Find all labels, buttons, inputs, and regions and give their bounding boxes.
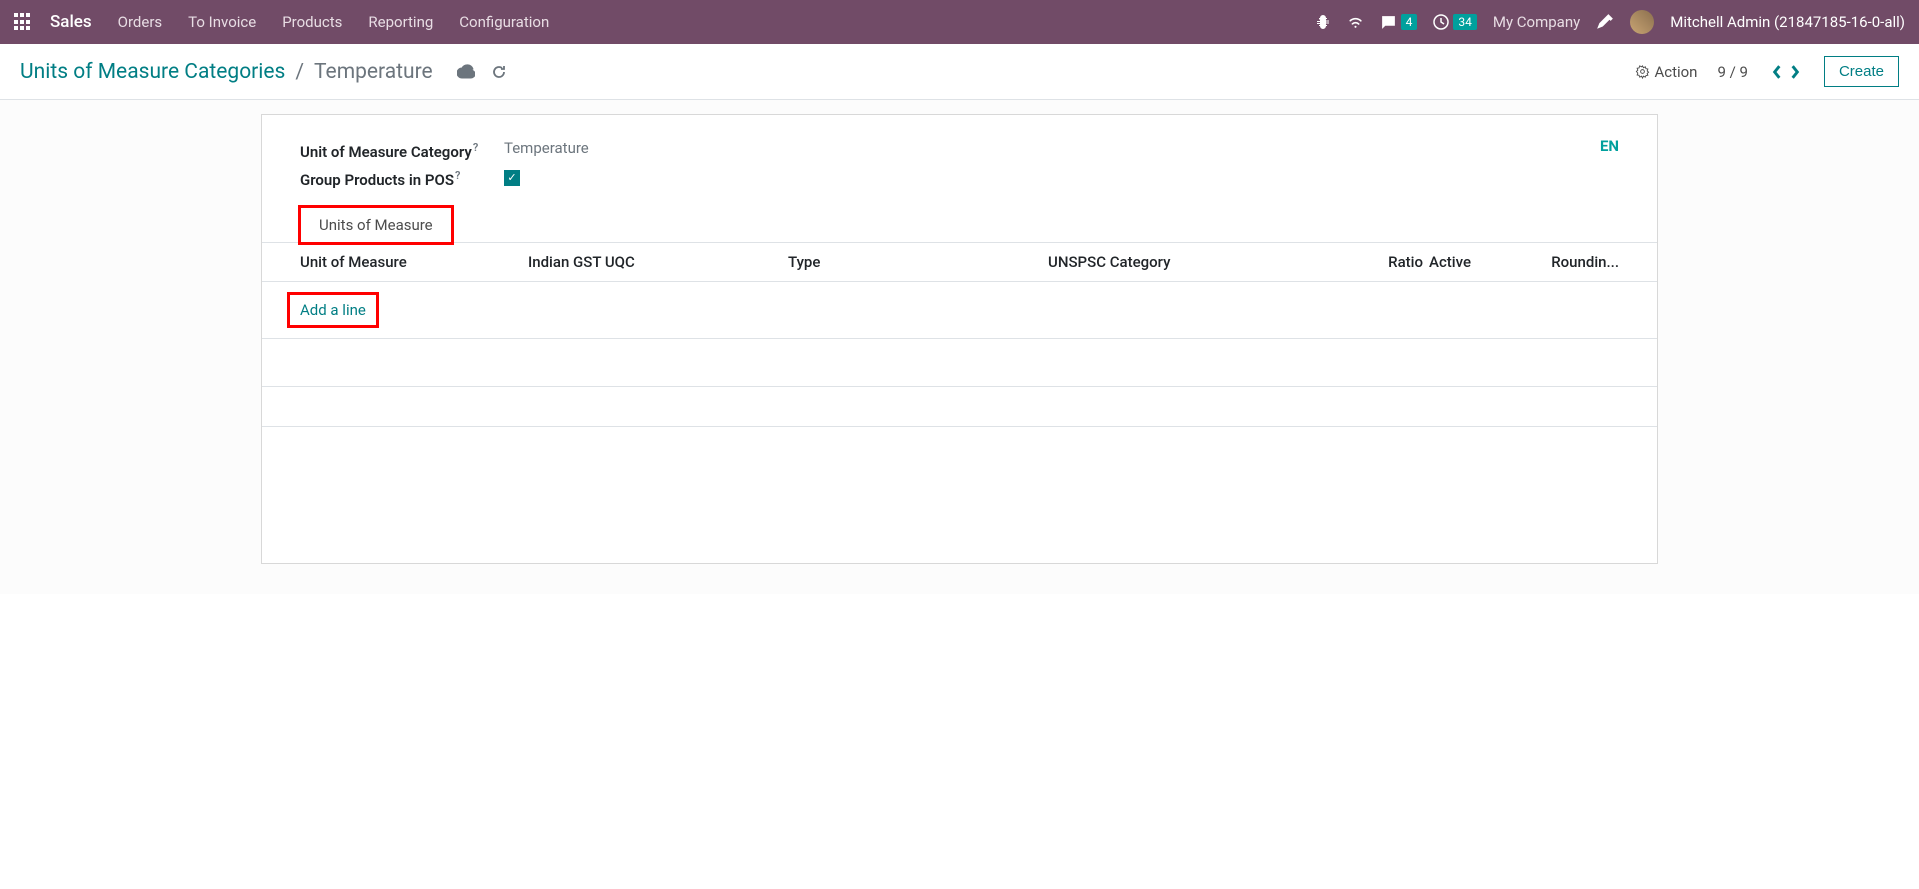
col-ratio[interactable]: Ratio xyxy=(1373,253,1423,271)
empty-row xyxy=(262,339,1657,387)
nav-reporting[interactable]: Reporting xyxy=(368,13,433,31)
field-group-pos-label: Group Products in POS? xyxy=(300,167,504,189)
bug-icon[interactable] xyxy=(1315,14,1331,30)
breadcrumb-parent[interactable]: Units of Measure Categories xyxy=(20,60,285,84)
nav-orders[interactable]: Orders xyxy=(118,13,163,31)
add-line-row: Add a line xyxy=(262,282,1657,339)
tools-icon[interactable] xyxy=(1596,13,1614,31)
pager-next[interactable] xyxy=(1786,65,1804,79)
field-category-value[interactable]: Temperature xyxy=(504,139,589,161)
user-avatar[interactable] xyxy=(1630,10,1654,34)
nav-configuration[interactable]: Configuration xyxy=(459,13,549,31)
tab-units-of-measure[interactable]: Units of Measure xyxy=(300,207,452,243)
action-dropdown[interactable]: Action xyxy=(1635,63,1697,81)
pager-count[interactable]: 9 / 9 xyxy=(1717,63,1748,81)
form-sheet: EN Unit of Measure Category? Temperature… xyxy=(261,114,1658,564)
tab-content: Unit of Measure Indian GST UQC Type UNSP… xyxy=(262,242,1657,491)
user-menu[interactable]: Mitchell Admin (21847185-16-0-all) xyxy=(1670,13,1905,31)
chat-badge: 4 xyxy=(1401,14,1418,30)
group-pos-checkbox[interactable]: ✓ xyxy=(504,170,520,186)
pager-prev[interactable] xyxy=(1768,65,1786,79)
language-button[interactable]: EN xyxy=(1600,137,1619,155)
app-brand[interactable]: Sales xyxy=(50,12,92,32)
field-category-label: Unit of Measure Category? xyxy=(300,139,504,161)
empty-space xyxy=(262,427,1657,491)
wifi-icon[interactable] xyxy=(1347,14,1364,31)
chat-icon[interactable]: 4 xyxy=(1380,14,1418,31)
cloud-save-icon[interactable] xyxy=(457,64,475,80)
empty-row xyxy=(262,387,1657,427)
col-type[interactable]: Type xyxy=(788,253,1048,271)
form-fields: EN Unit of Measure Category? Temperature… xyxy=(262,115,1657,189)
col-unspsc-category[interactable]: UNSPSC Category xyxy=(1048,253,1373,271)
top-navbar: Sales Orders To Invoice Products Reporti… xyxy=(0,0,1919,44)
control-panel: Units of Measure Categories / Temperatur… xyxy=(0,44,1919,100)
nav-to-invoice[interactable]: To Invoice xyxy=(188,13,256,31)
clock-badge: 34 xyxy=(1453,14,1477,30)
control-panel-right: Action 9 / 9 Create xyxy=(1635,56,1899,87)
breadcrumb-separator: / xyxy=(295,60,304,84)
notebook: Units of Measure Unit of Measure Indian … xyxy=(262,207,1657,491)
help-icon[interactable]: ? xyxy=(455,169,460,182)
col-active[interactable]: Active xyxy=(1429,253,1489,271)
col-indian-gst-uqc[interactable]: Indian GST UQC xyxy=(528,253,788,271)
col-unit-of-measure[interactable]: Unit of Measure xyxy=(300,253,528,271)
create-button[interactable]: Create xyxy=(1824,56,1899,87)
nav-menu: Orders To Invoice Products Reporting Con… xyxy=(118,13,1297,31)
company-selector[interactable]: My Company xyxy=(1493,13,1580,31)
table-header: Unit of Measure Indian GST UQC Type UNSP… xyxy=(262,243,1657,282)
breadcrumb-current: Temperature xyxy=(314,60,433,84)
apps-icon[interactable] xyxy=(14,13,32,31)
nav-products[interactable]: Products xyxy=(282,13,342,31)
help-icon[interactable]: ? xyxy=(473,141,478,154)
add-a-line-link[interactable]: Add a line xyxy=(300,301,366,319)
nav-right: 4 34 My Company Mitchell Admin (21847185… xyxy=(1315,10,1905,34)
discard-icon[interactable] xyxy=(491,64,507,80)
clock-icon[interactable]: 34 xyxy=(1433,14,1477,30)
breadcrumb: Units of Measure Categories / Temperatur… xyxy=(20,60,507,84)
col-rounding[interactable]: Roundin... xyxy=(1489,253,1619,271)
page-body: EN Unit of Measure Category? Temperature… xyxy=(0,100,1919,594)
